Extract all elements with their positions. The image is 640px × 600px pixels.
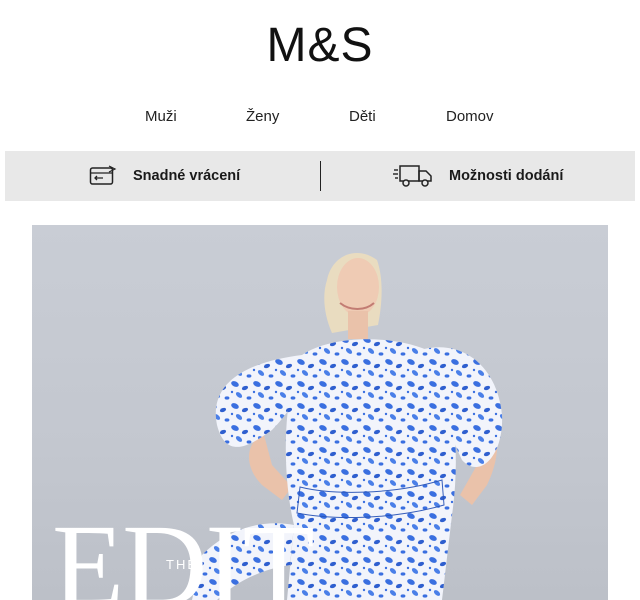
hero-headline: EDIT (52, 500, 315, 600)
delivery-options-label: Možnosti dodání (449, 168, 564, 184)
delivery-truck-icon (393, 163, 433, 189)
nav-item-kids[interactable]: Děti (349, 108, 376, 125)
brand-logo[interactable]: M&S (0, 18, 640, 73)
hero-banner[interactable]: EDIT THE (32, 225, 608, 600)
info-bar-divider (320, 161, 321, 191)
hero-headline-prefix: THE (166, 557, 198, 572)
service-info-bar: Snadné vrácení Možnosti dodání (5, 151, 635, 201)
nav-item-women[interactable]: Ženy (246, 108, 279, 125)
easy-returns-link[interactable]: Snadné vrácení (89, 151, 240, 201)
main-navigation: Muži Ženy Děti Domov (0, 108, 640, 128)
easy-returns-label: Snadné vrácení (133, 168, 241, 184)
returns-card-icon (89, 165, 117, 187)
nav-item-home[interactable]: Domov (446, 108, 494, 125)
delivery-options-link[interactable]: Možnosti dodání (393, 151, 563, 201)
nav-item-men[interactable]: Muži (145, 108, 177, 125)
